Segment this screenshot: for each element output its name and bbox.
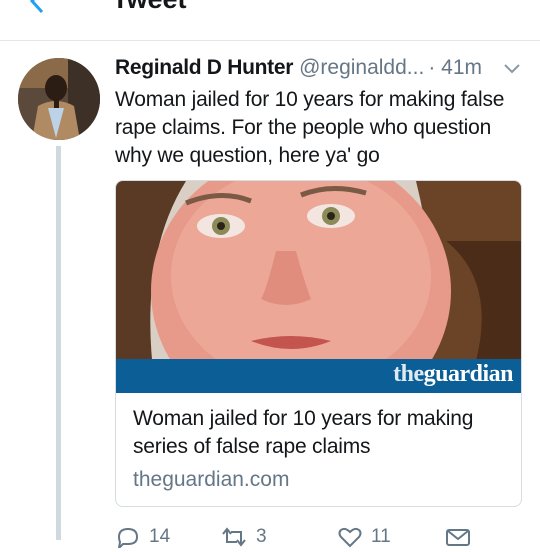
reply-icon (117, 527, 139, 548)
logo-guardian: guardian (423, 361, 514, 387)
top-bar: Tweet (0, 0, 540, 41)
back-arrow-icon[interactable] (22, 0, 52, 16)
timestamp[interactable]: · 41m (428, 56, 482, 79)
tweet-actions: 14 3 11 (115, 522, 535, 552)
tweet-header: Reginald D Hunter @reginaldd... · 41m (115, 56, 530, 84)
retweet-count: 3 (256, 526, 267, 547)
reply-button[interactable]: 14 (115, 522, 170, 552)
chevron-down-icon[interactable] (502, 61, 522, 77)
envelope-icon (446, 529, 470, 546)
retweet-icon (222, 527, 246, 547)
heart-icon (338, 527, 362, 548)
card-domain: theguardian.com (133, 468, 290, 491)
avatar[interactable] (18, 58, 100, 140)
link-card[interactable]: theguardian Woman jailed for 10 years fo… (115, 180, 522, 507)
display-name[interactable]: Reginald D Hunter (115, 56, 293, 79)
user-handle[interactable]: @reginaldd... (299, 56, 424, 79)
logo-the: the (393, 361, 424, 387)
guardian-logo: theguardian (393, 361, 513, 388)
thread-line (56, 146, 61, 540)
like-count: 11 (371, 526, 391, 547)
reply-count: 14 (149, 526, 171, 547)
page-title: Tweet (112, 0, 187, 15)
card-title: Woman jailed for 10 years for making ser… (133, 407, 474, 458)
tweet-text: Woman jailed for 10 years for making fal… (115, 88, 505, 167)
direct-message-button[interactable] (445, 522, 471, 552)
retweet-button[interactable]: 3 (220, 522, 267, 552)
like-button[interactable]: 11 (337, 522, 391, 552)
